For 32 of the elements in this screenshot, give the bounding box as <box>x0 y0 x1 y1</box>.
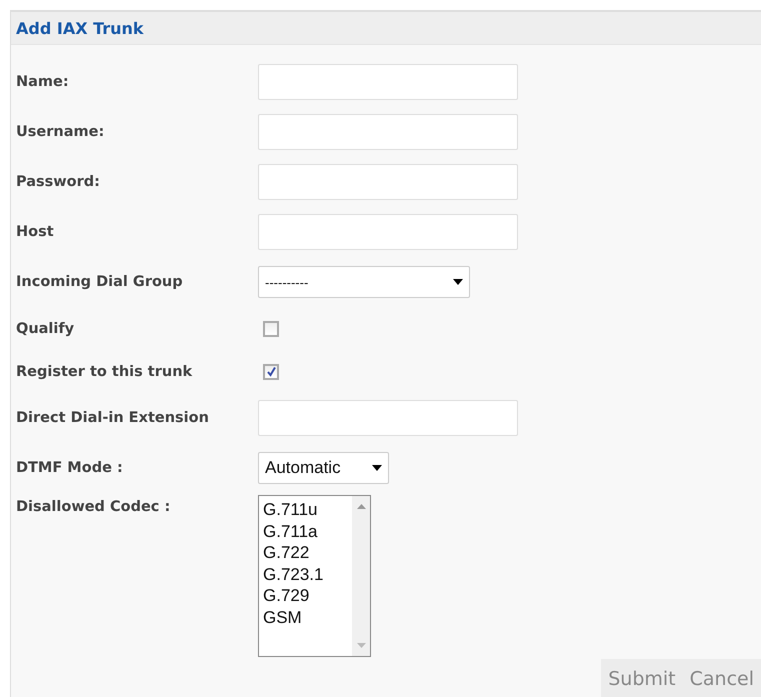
field-label: Disallowed Codec : <box>16 498 172 515</box>
field-label: Password: <box>16 174 101 190</box>
field-label: Qualify <box>16 320 76 336</box>
scrollbar[interactable] <box>352 496 370 656</box>
field-label: Host <box>16 224 55 240</box>
list-option[interactable]: G.729 <box>263 585 352 606</box>
list-option[interactable]: GSM <box>263 606 352 628</box>
list-option[interactable]: G.711u <box>263 499 352 520</box>
scroll-up-icon[interactable] <box>356 504 366 509</box>
dropdown[interactable]: ---------- <box>258 266 470 298</box>
field-label: Incoming Dial Group <box>16 274 184 290</box>
panel-title: Add IAX Trunk <box>16 18 144 38</box>
list-option[interactable]: G.723.1 <box>263 564 352 585</box>
field-label: DTMF Mode : <box>16 460 124 476</box>
listbox[interactable]: G.711u G.711a G.722 G.723.1 G.729 GSM <box>258 495 371 657</box>
checkbox[interactable] <box>263 364 279 380</box>
dropdown[interactable]: Automatic <box>258 452 389 484</box>
field-label: Direct Dial-in Extension <box>16 410 210 426</box>
caret-icon <box>372 465 382 471</box>
input-field[interactable] <box>258 64 518 100</box>
field-label: Username: <box>16 124 106 140</box>
list-option[interactable]: G.711a <box>263 520 352 542</box>
field-label: Register to this trunk <box>16 364 194 380</box>
list-option[interactable]: G.722 <box>263 542 352 564</box>
input-field[interactable] <box>258 164 518 200</box>
input-field[interactable] <box>258 114 518 150</box>
input-field[interactable] <box>258 214 518 250</box>
scroll-down-icon[interactable] <box>356 643 366 648</box>
caret-icon <box>453 279 463 285</box>
input-field[interactable] <box>258 400 518 436</box>
field-label: Name: <box>16 74 70 90</box>
checkbox[interactable] <box>263 320 279 336</box>
